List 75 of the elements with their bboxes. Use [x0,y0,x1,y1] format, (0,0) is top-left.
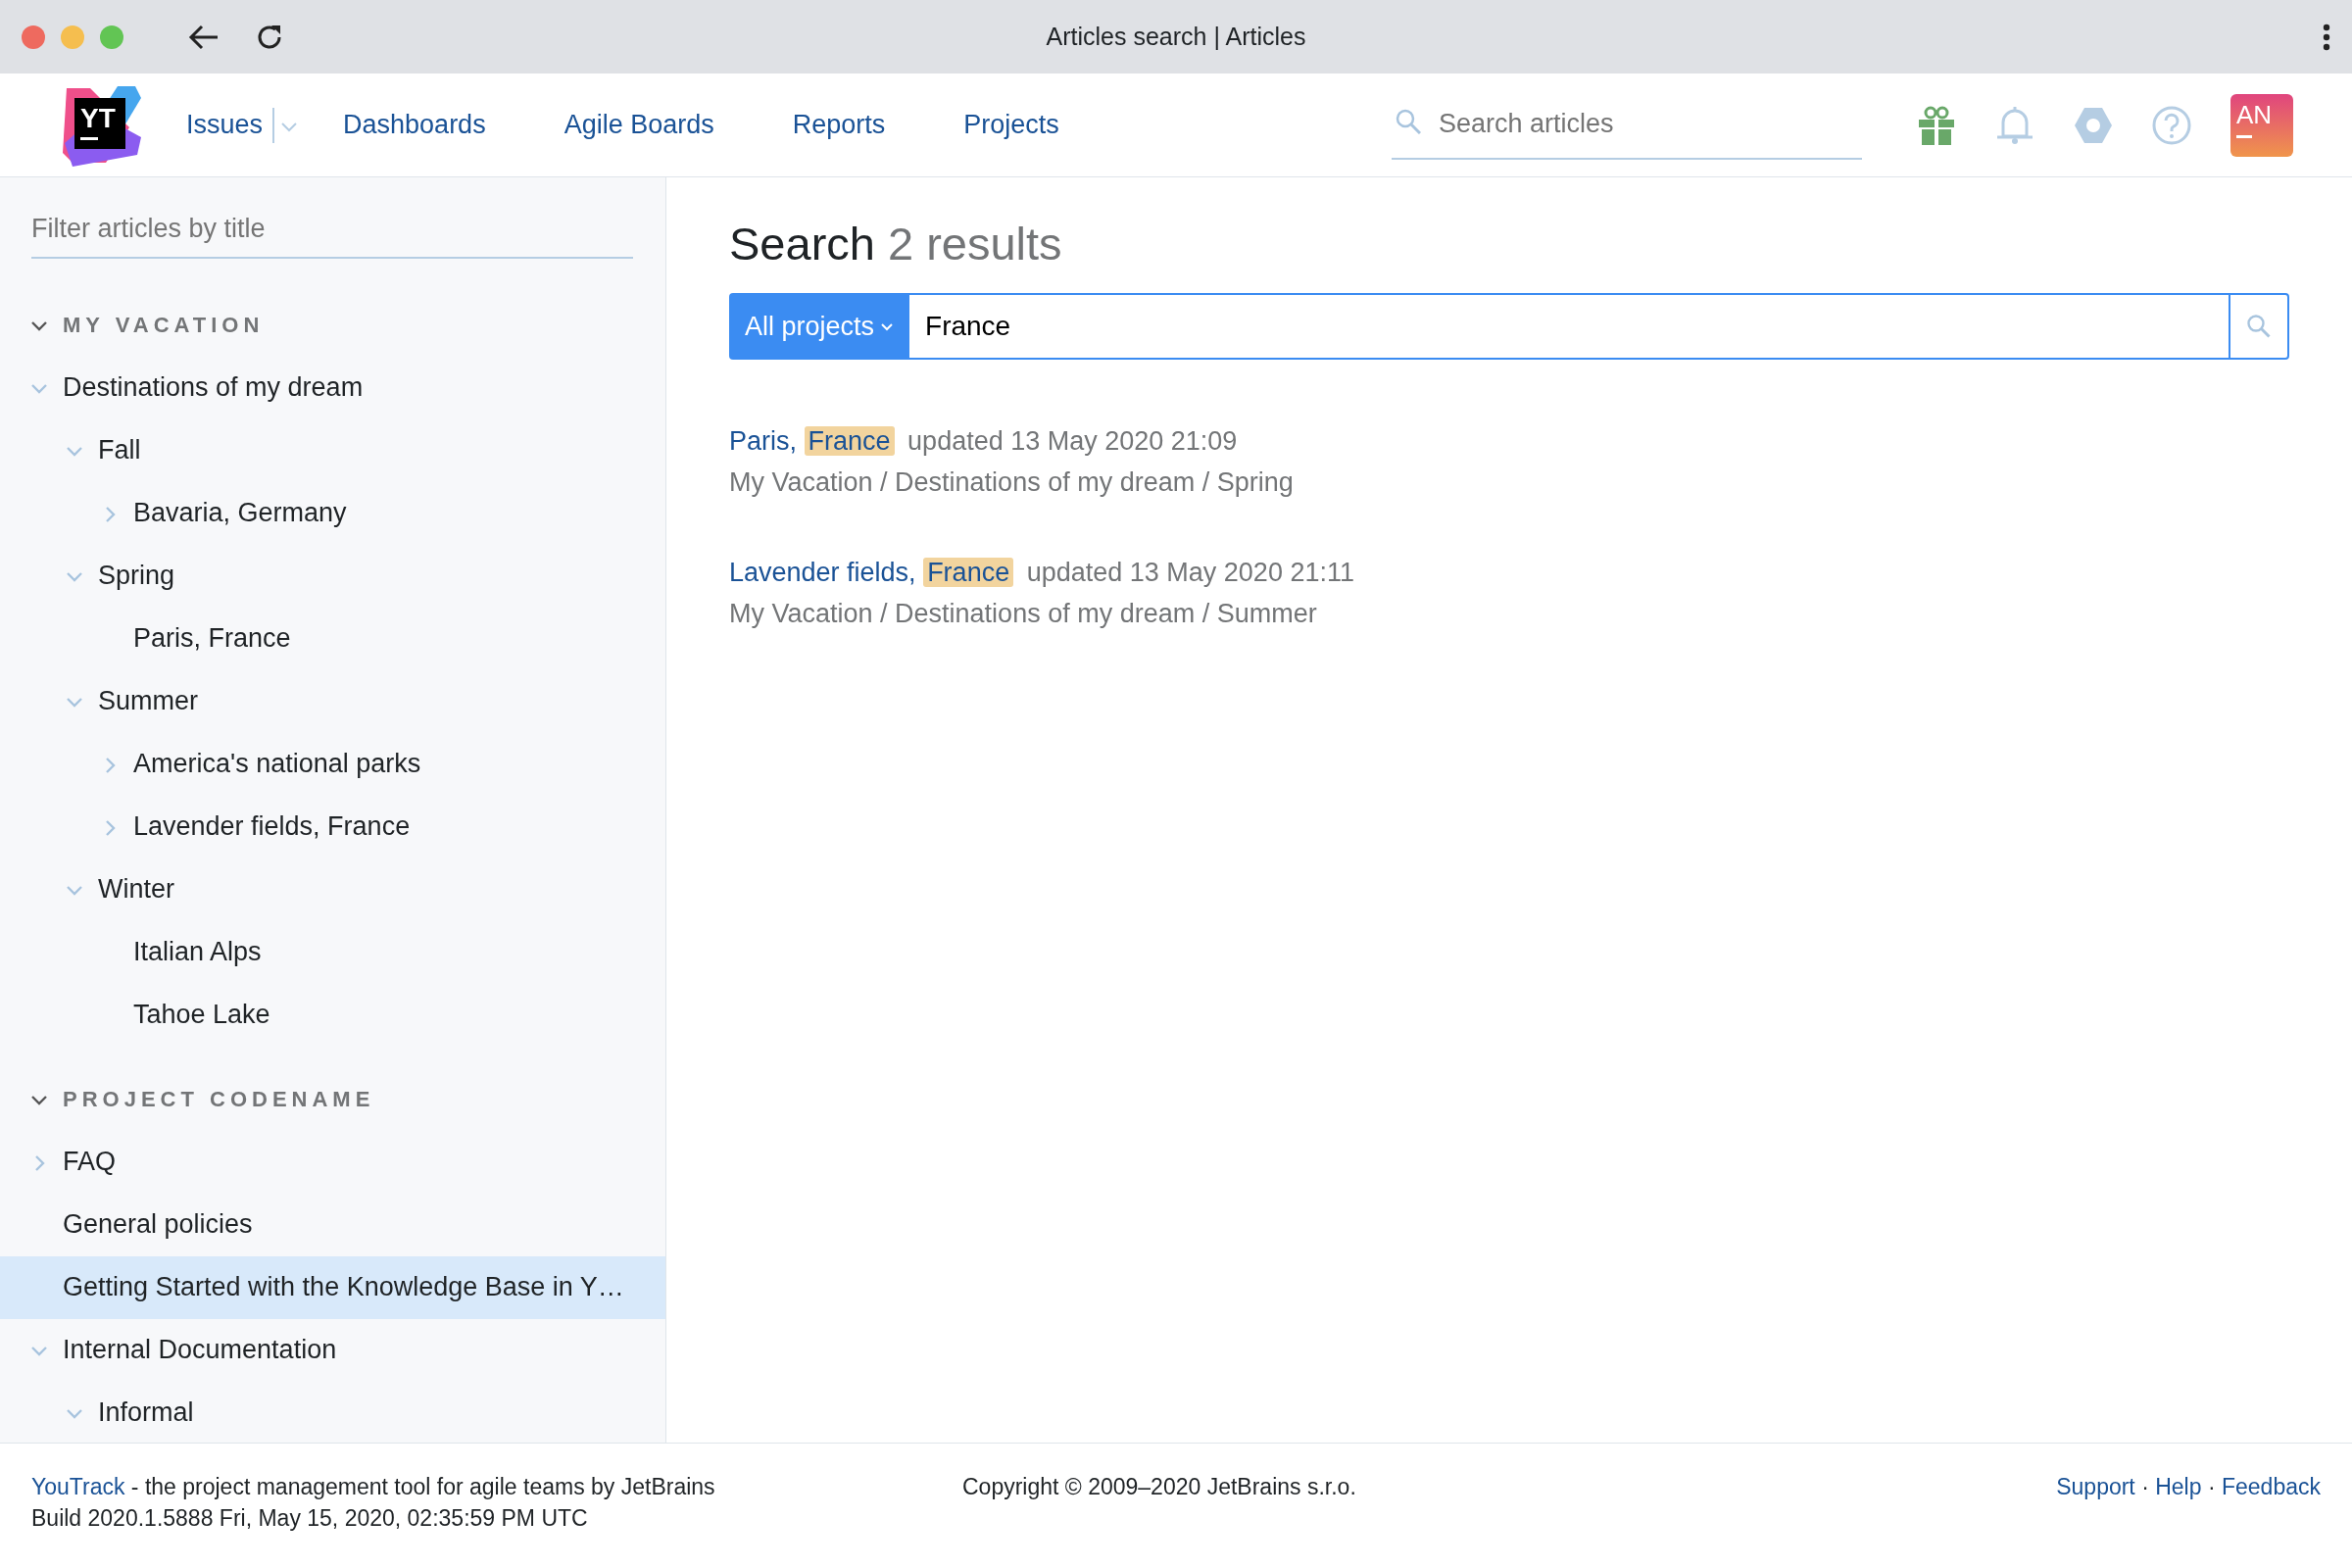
updated-time: updated 13 May 2020 21:11 [1026,558,1354,588]
tree-item-label: Internal Documentation [63,1334,337,1367]
search-field[interactable]: Search articles [1392,90,1862,160]
tree-item-label: Winter [98,873,174,906]
article-path: My Vacation / Destinations of my dream / Summer [729,598,1318,631]
filter-field[interactable]: Filter articles by title [31,201,633,259]
footer-link[interactable]: Help [2155,1474,2202,1499]
separator-dot: · [2141,1474,2149,1499]
tree-item-label: Informal [98,1396,194,1430]
more-menu-icon[interactable] [2323,23,2330,51]
tree-item-label: America's national parks [133,748,421,781]
window-title: Articles search | Articles [1046,22,1306,50]
search-icon [2246,314,2272,340]
logo-text: YT [80,101,116,135]
tree-item-label: FAQ [63,1146,116,1179]
search-icon [1396,108,1421,134]
settings-icon[interactable] [2074,105,2113,145]
footer-link[interactable]: Support [2056,1474,2135,1499]
search-query-field[interactable]: France [909,293,2229,361]
tree-item[interactable]: Lavender fields, France [0,795,665,858]
tree-item-label: Getting Started with the Knowledge Base in Y… [63,1271,624,1304]
separator-dot: · [2207,1474,2216,1499]
nav-link[interactable]: Agile Boards [564,105,714,145]
tree-item[interactable]: Internal Documentation [0,1318,665,1382]
footer-link[interactable]: Feedback [2222,1474,2321,1499]
tree-item-label: Destinations of my dream [63,371,364,405]
tree-item-label: Paris, France [133,622,291,656]
tree-item[interactable]: Spring [0,544,665,608]
nav-link[interactable]: Reports [792,105,886,145]
section-title: MY VACATION [63,312,265,339]
tree-item-label: Lavender fields, France [133,810,411,844]
tree-item[interactable]: Winter [0,858,665,921]
article-path: My Vacation / Destinations of my dream / Spring [729,466,1295,500]
nav-link[interactable]: Dashboards [343,105,486,145]
tree-item[interactable]: General policies [0,1193,665,1256]
tree-item[interactable]: Bavaria, Germany [0,481,665,545]
minimize-window-icon[interactable] [61,24,84,49]
section-title: PROJECT CODENAME [63,1086,375,1113]
maximize-window-icon[interactable] [100,24,123,49]
notification-bell-icon[interactable] [1995,105,2034,145]
tree-item[interactable]: America's national parks [0,732,665,796]
tree-item[interactable]: Getting Started with the Knowledge Base in Y… [0,1255,665,1319]
tree-item[interactable]: Fall [0,418,665,482]
logo-drawing[interactable]: YT [59,83,141,167]
caret-icon [880,320,895,333]
tree-item[interactable]: FAQ [0,1130,665,1194]
gift-icon[interactable] [1917,105,1956,145]
updated-time: updated 13 May 2020 21:09 [907,426,1238,457]
copyright-text: Copyright © 2009–2020 JetBrains s.r.o. [962,1473,1356,1501]
tree-item-label: General policies [63,1208,253,1242]
tree-item[interactable]: Paris, France [0,607,665,670]
tree-item[interactable]: Destinations of my dream [0,356,665,419]
youtrack-link[interactable]: YouTrack [31,1474,125,1499]
result-count: 2 results [888,218,1062,270]
avatar-initials: AN [2236,99,2273,129]
tree-item-label: Bavaria, Germany [133,497,347,530]
tree-item[interactable]: Italian Alps [0,920,665,984]
nav-link[interactable]: Projects [963,105,1059,145]
back-icon[interactable] [188,23,220,51]
close-window-icon[interactable] [22,24,45,49]
nav-link[interactable]: Issues [186,105,264,145]
tagline-text: - the project management tool for agile teams by JetBrains [130,1474,715,1499]
page-title: Search [729,218,875,270]
tree-item[interactable]: Summer [0,669,665,733]
tree-item[interactable]: Informal [0,1381,665,1443]
tree-item-label: Tahoe Lake [133,999,270,1032]
search-button[interactable] [2229,293,2289,361]
tree-item[interactable]: Tahoe Lake [0,983,665,1047]
help-icon[interactable] [2152,105,2191,145]
build-info: Build 2020.1.5888 Fri, May 15, 2020, 02:35:59 PM UTC [31,1504,589,1533]
tree-item-label: Italian Alps [133,936,262,969]
result-link[interactable]: Lavender fields, France [729,558,1014,588]
tree-item-label: Fall [98,434,141,467]
tree-item-label: Spring [98,560,175,593]
tree-item-label: Summer [98,685,198,718]
